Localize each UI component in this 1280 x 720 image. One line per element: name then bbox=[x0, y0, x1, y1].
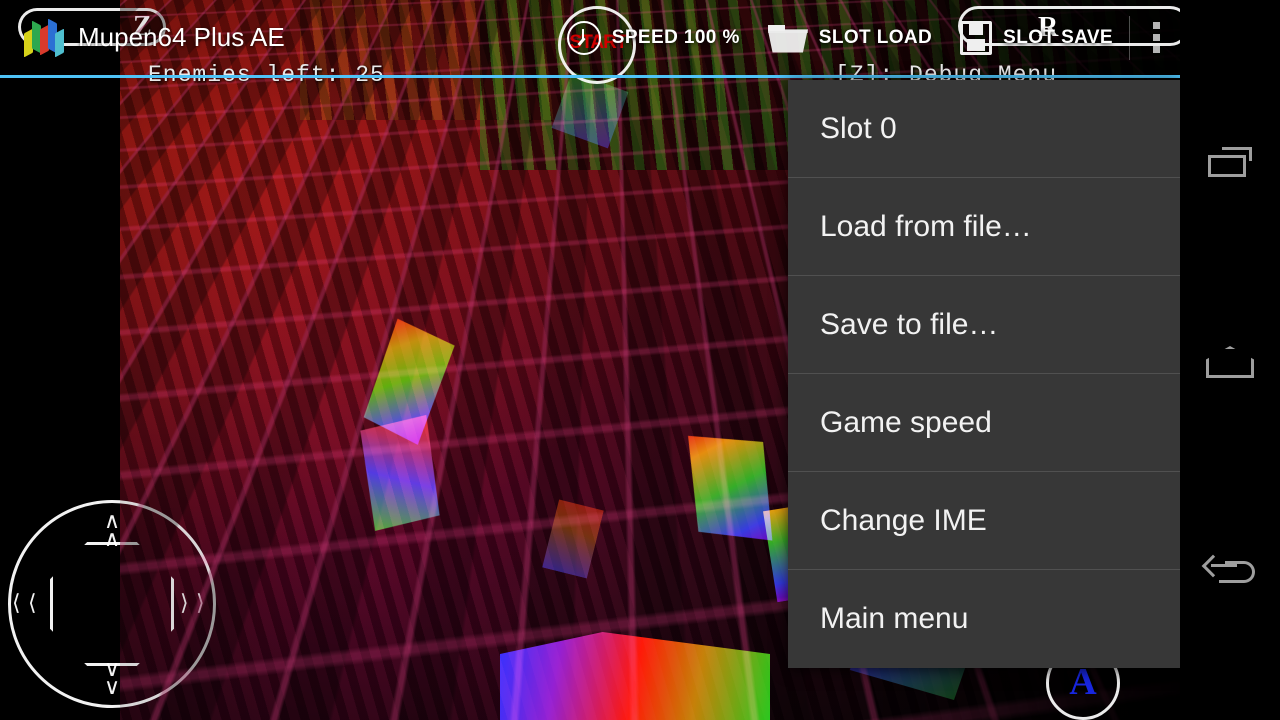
overflow-popup-menu: Slot 0 Load from file… Save to file… Gam… bbox=[788, 80, 1180, 668]
analog-chevron-up-icon: ∧ bbox=[104, 526, 121, 551]
menu-item-main-menu[interactable]: Main menu bbox=[788, 570, 1180, 668]
action-bar-actions: SPEED 100 % SLOT LOAD SLOT SAVE bbox=[553, 0, 1180, 77]
menu-item-label: Slot 0 bbox=[820, 111, 897, 145]
speed-indicator[interactable]: SPEED 100 % bbox=[553, 0, 754, 77]
menu-item-label: Load from file… bbox=[820, 209, 1032, 243]
menu-item-label: Main menu bbox=[820, 602, 969, 635]
back-icon bbox=[1201, 554, 1255, 589]
slot-save-label: SLOT SAVE bbox=[1003, 26, 1113, 48]
analog-stick-icon[interactable]: ∧ ∧ ∨ ∨ ⟨ ⟨ ⟩ ⟩ bbox=[8, 500, 216, 708]
action-bar: Mupen64 Plus AE SPEED 100 % SLOT LOAD SL… bbox=[0, 0, 1180, 78]
home-icon bbox=[1206, 346, 1254, 378]
menu-item-label: Change IME bbox=[820, 503, 987, 537]
slot-save-button[interactable]: SLOT SAVE bbox=[946, 0, 1127, 77]
slot-load-label: SLOT LOAD bbox=[818, 26, 933, 48]
recents-icon bbox=[1208, 147, 1252, 177]
analog-chevron-left-icon: ⟨ bbox=[12, 590, 21, 615]
recents-button[interactable] bbox=[1180, 112, 1280, 212]
app-branding: Mupen64 Plus AE bbox=[0, 17, 285, 59]
menu-item-game-speed[interactable]: Game speed bbox=[788, 374, 1180, 472]
analog-chevron-left-icon: ⟨ bbox=[28, 590, 37, 615]
menu-item-label: Game speed bbox=[820, 405, 992, 439]
home-button[interactable] bbox=[1180, 312, 1280, 412]
menu-item-change-ime[interactable]: Change IME bbox=[788, 472, 1180, 570]
clock-icon bbox=[566, 20, 601, 55]
page-title: Mupen64 Plus AE bbox=[78, 22, 285, 52]
analog-chevron-right-icon: ⟩ bbox=[180, 590, 189, 615]
menu-item-load-from-file[interactable]: Load from file… bbox=[788, 178, 1180, 276]
analog-chevron-down-icon: ∨ bbox=[104, 674, 121, 699]
analog-chevron-right-icon: ⟩ bbox=[196, 590, 205, 615]
menu-item-save-to-file[interactable]: Save to file… bbox=[788, 276, 1180, 374]
floppy-disk-icon bbox=[960, 20, 993, 55]
folder-icon bbox=[767, 23, 808, 53]
menu-item-label: Save to file… bbox=[820, 307, 999, 341]
action-bar-divider bbox=[1129, 15, 1130, 60]
speed-label: SPEED 100 % bbox=[611, 26, 740, 48]
mupen64-logo-icon bbox=[22, 17, 64, 59]
system-navigation-bar bbox=[1180, 0, 1280, 720]
menu-item-slot-0[interactable]: Slot 0 bbox=[788, 80, 1180, 178]
back-button[interactable] bbox=[1180, 522, 1280, 622]
emulator-screen: Enemies left: 25 [Z]: Debug Menu Z R STA… bbox=[0, 0, 1280, 720]
slot-load-button[interactable]: SLOT LOAD bbox=[754, 0, 946, 77]
overflow-menu-icon[interactable] bbox=[1132, 0, 1180, 77]
